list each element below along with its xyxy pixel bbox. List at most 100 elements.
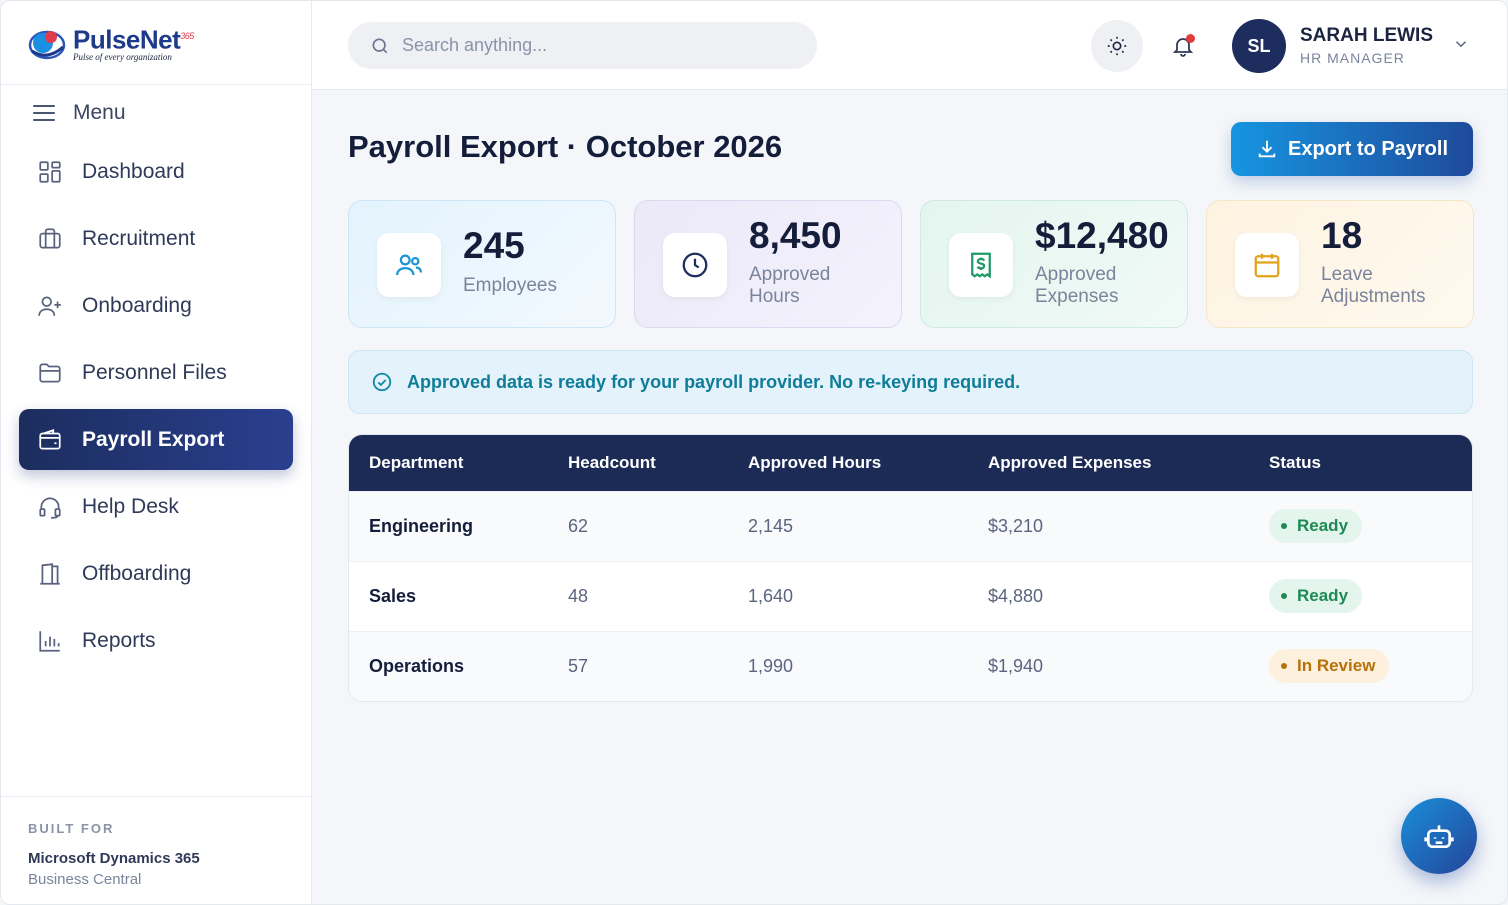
sidebar-item-label: Offboarding [82,561,192,585]
stat-label-line2: Hours [749,286,800,307]
search-input[interactable] [402,35,782,56]
clock-icon [682,252,708,278]
stat-icon-box [1235,233,1299,297]
built-for-label: BUILT FOR [28,821,115,836]
brand-name: PulseNet [73,24,181,55]
stat-label-line1: Leave [1321,264,1373,285]
dashboard-icon [39,160,61,183]
sidebar-item-onboarding[interactable]: Onboarding [19,275,293,336]
table-row[interactable]: Operations 57 1,990 $1,940 In Review [349,630,1472,701]
calendar-icon [1254,253,1280,278]
top-header: SL SARAH LEWIS HR MANAGER [312,1,1507,90]
stat-card-approved-expenses: $12,480 Approved Expenses [920,200,1188,328]
search-icon [372,38,388,53]
status-label: Ready [1297,516,1349,535]
stat-value: 18 [1321,215,1363,256]
hamburger-icon [33,105,55,121]
stat-icon-box [949,233,1013,297]
user-plus-icon [38,295,61,316]
sidebar-item-help-desk[interactable]: Help Desk [19,476,293,537]
sidebar-item-offboarding[interactable]: Offboarding [19,543,293,604]
cell-approved-expenses: $4,880 [988,560,1269,631]
stat-icon-box [377,233,441,297]
theme-toggle-button[interactable] [1091,20,1143,72]
menu-toggle[interactable]: Menu [1,85,311,141]
built-for-product: Microsoft Dynamics 365 [28,850,200,867]
stat-icon-box [663,233,727,297]
briefcase-icon [39,227,61,249]
stat-value: $12,480 [1035,215,1169,256]
status-badge: In Review [1269,649,1390,684]
receipt-dollar-icon [971,252,991,279]
built-for-panel: BUILT FOR Microsoft Dynamics 365 Busines… [1,796,311,904]
sidebar-item-personnel-files[interactable]: Personnel Files [19,342,293,403]
cell-approved-hours: 1,990 [748,630,988,701]
status-dot [1281,523,1287,529]
sidebar-item-recruitment[interactable]: Recruitment [19,208,293,269]
notice-text: Approved data is ready for your payroll … [407,371,1021,392]
robot-icon [1424,825,1454,848]
cell-department: Operations [349,630,568,701]
stat-card-employees: 245 Employees [348,200,616,328]
column-header-approved-expenses[interactable]: Approved Expenses [988,435,1269,491]
table-row[interactable]: Sales 48 1,640 $4,880 Ready [349,560,1472,631]
avatar[interactable]: SL [1232,19,1286,73]
export-to-payroll-button[interactable]: Export to Payroll [1231,122,1473,176]
pulsenet-logo-icon [27,23,69,63]
door-exit-icon [40,562,60,585]
cell-department: Sales [349,560,568,631]
sidebar-item-label: Onboarding [82,293,192,317]
sidebar-item-label: Personnel Files [82,360,227,384]
sidebar-item-reports[interactable]: Reports [19,610,293,671]
export-button-label: Export to Payroll [1287,137,1449,160]
status-dot [1281,663,1287,670]
stat-value: 245 [463,225,525,266]
status-dot [1281,593,1287,599]
sidebar-item-label: Recruitment [82,226,196,250]
stat-value: 8,450 [749,215,842,256]
brand-tagline: Pulse of every organization [73,52,172,63]
cell-approved-hours: 2,145 [748,490,988,561]
sidebar: PulseNet365 Pulse of every organization … [1,1,312,904]
sidebar-item-dashboard[interactable]: Dashboard [19,141,293,202]
sun-icon [1107,36,1127,56]
sidebar-item-label: Help Desk [82,494,179,518]
stat-label-line2: Expenses [1035,286,1119,307]
stat-label-line1: Approved [1035,264,1117,285]
status-badge: Ready [1269,579,1363,613]
table-row[interactable]: Engineering 62 2,145 $3,210 Ready [349,490,1472,561]
table-header-row: Department Headcount Approved Hours Appr… [349,435,1472,491]
users-icon [396,254,422,276]
notifications-button[interactable] [1165,26,1201,66]
cell-headcount: 62 [568,490,748,561]
cell-approved-hours: 1,640 [748,560,988,631]
column-header-status[interactable]: Status [1269,435,1472,491]
column-header-department[interactable]: Department [349,435,568,491]
user-name[interactable]: SARAH LEWIS [1300,25,1433,47]
notification-dot [1186,34,1195,43]
search-bar[interactable] [348,22,817,69]
wallet-icon [39,428,61,450]
folder-icon [39,362,61,383]
stat-card-leave-adjustments: 18 Leave Adjustments [1206,200,1474,328]
sidebar-item-payroll-export[interactable]: Payroll Export [19,409,293,470]
status-label: Ready [1297,586,1349,605]
page-title: Payroll Export · October 2026 [348,129,783,164]
logo[interactable]: PulseNet365 Pulse of every organization [1,1,311,85]
stat-label-line1: Approved [749,264,831,285]
sidebar-item-label: Payroll Export [82,427,225,451]
chevron-down-icon[interactable] [1452,35,1470,53]
bar-chart-icon [39,630,60,652]
sidebar-item-label: Dashboard [82,159,185,183]
column-header-headcount[interactable]: Headcount [568,435,748,491]
sidebar-item-label: Reports [82,628,156,652]
brand-suffix: 365 [180,30,194,41]
user-role: HR MANAGER [1300,50,1405,66]
headset-icon [39,496,61,519]
app-window: PulseNet365 Pulse of every organization … [0,0,1508,905]
column-header-approved-hours[interactable]: Approved Hours [748,435,988,491]
assistant-chat-button[interactable] [1401,798,1477,874]
cell-approved-expenses: $3,210 [988,490,1269,561]
stat-label: Employees [463,275,557,296]
cell-department: Engineering [349,490,568,561]
